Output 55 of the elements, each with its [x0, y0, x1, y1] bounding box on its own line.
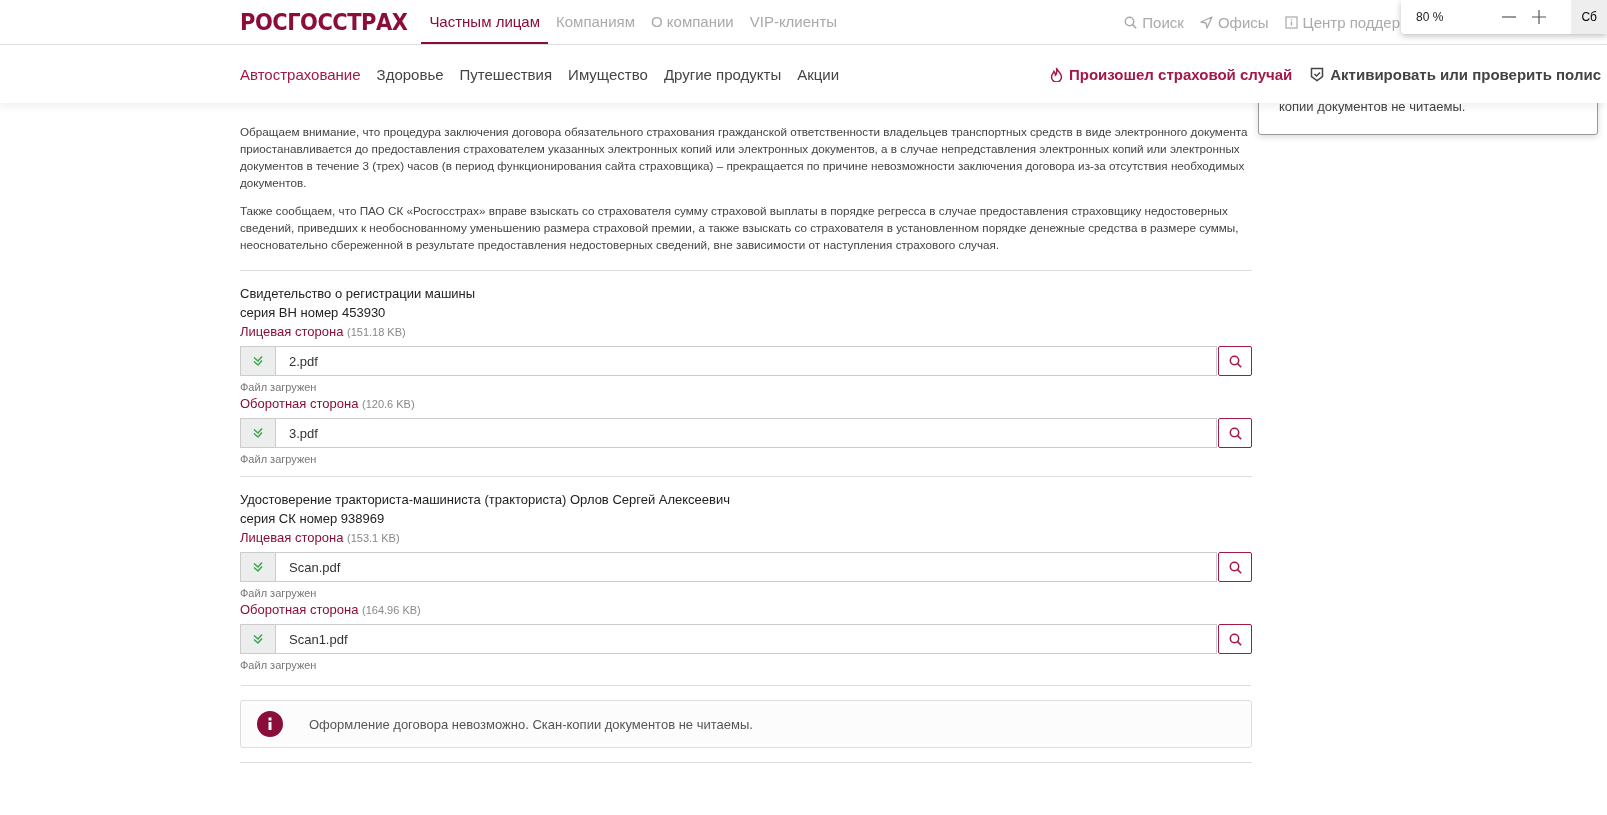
- document-title: Свидетельство о регистрации машины: [240, 285, 477, 303]
- double-check-icon: [252, 633, 264, 645]
- notice-paragraph: Обращаем внимание, что процедура заключения договора обязательного страхования гражданской ответственности владельцев транспортных средств в виде электронного документа приостанавливается до предоставления страхователем указанных электронных копий или электронных документов, а в случае непредставления электронных копий или электронных документов в течение 3 (трех) часов (в период функционирования сайта страховщика) – прекращается по причине невозможности заключения договора из-за отсутствия необходимых документов.: [240, 124, 1249, 191]
- file-name-field[interactable]: Scan.pdf: [276, 552, 1217, 582]
- search-button[interactable]: [1218, 624, 1252, 654]
- navigation-arrow-icon: [1199, 15, 1213, 29]
- document-title: Удостоверение тракториста-машиниста (тракториста) Орлов Сергей Алексеевич: [240, 491, 731, 509]
- category-link[interactable]: Акции: [797, 65, 840, 83]
- document-number: серия ВН номер 453930: [240, 304, 387, 322]
- search-button[interactable]: [1218, 346, 1252, 376]
- upload-status: Файл загружен: [240, 658, 318, 672]
- zoom-value: 80 %: [1416, 10, 1445, 24]
- info-icon: [257, 711, 283, 737]
- file-name-field[interactable]: 3.pdf: [276, 418, 1217, 448]
- upload-status: Файл загружен: [240, 452, 318, 466]
- zoom-in-icon[interactable]: [1531, 9, 1547, 25]
- file-size: (120.6 KB): [362, 398, 415, 410]
- file-name-field[interactable]: Scan1.pdf: [276, 624, 1217, 654]
- tooltip-text: копии документов не читаемы.: [1279, 99, 1466, 114]
- reset-button[interactable]: Сб: [1571, 0, 1607, 34]
- side-label: Оборотная сторона: [240, 602, 359, 617]
- upload-status: Файл загружен: [240, 380, 318, 394]
- search-icon: [1228, 354, 1242, 368]
- nav-tab[interactable]: Частным лицам: [421, 0, 548, 44]
- flame-icon: [1049, 66, 1063, 82]
- shield-check-icon: [1310, 66, 1325, 82]
- file-size: (164.96 KB): [362, 604, 421, 616]
- search-icon: [1228, 426, 1242, 440]
- action-link[interactable]: Активировать или проверить полис: [1310, 65, 1601, 83]
- action-link[interactable]: Произошел страховой случай: [1049, 65, 1293, 83]
- file-size: (151.18 KB): [347, 326, 406, 338]
- info-icon: [1284, 15, 1298, 29]
- notice-paragraph: Также сообщаем, что ПАО СК «Росгосстрах» вправе взыскать со страхователя сумму страховой выплаты в порядке регресса в случае предоставления страховщику недостоверных сведений, приведших к необоснованному уменьшению размера страховой премии, а также взыскать со страхователя в установленном порядке денежные средства в размере суммы, неосновательно сбереженной в результате предоставления недостоверных сведений, вне зависимости от наступления страхового случая.: [240, 203, 1240, 253]
- file-name-field[interactable]: 2.pdf: [276, 346, 1217, 376]
- side-label: Лицевая сторона: [240, 530, 344, 545]
- search-button[interactable]: [1218, 552, 1252, 582]
- category-link[interactable]: Путешествия: [459, 65, 553, 83]
- logo[interactable]: РОСГОССТРАХ: [240, 8, 408, 36]
- alert-text: Оформление договора невозможно. Скан-копии документов не читаемы.: [309, 716, 753, 732]
- file-size: (153.1 KB): [347, 532, 400, 544]
- category-link[interactable]: Автострахование: [240, 65, 361, 83]
- double-check-icon: [252, 355, 264, 367]
- search-button[interactable]: [1218, 418, 1252, 448]
- category-link[interactable]: Имущество: [568, 65, 648, 83]
- search-icon: [1228, 632, 1242, 646]
- double-check-icon: [252, 427, 264, 439]
- search-icon: [1228, 560, 1242, 574]
- search-icon: [1124, 15, 1138, 29]
- category-link[interactable]: Другие продукты: [663, 65, 782, 83]
- document-number: серия СК номер 938969: [240, 510, 386, 528]
- category-link[interactable]: Здоровье: [376, 65, 444, 83]
- side-label: Оборотная сторона: [240, 396, 359, 411]
- side-label: Лицевая сторона: [240, 324, 344, 339]
- upload-status: Файл загружен: [240, 586, 318, 600]
- double-check-icon: [252, 561, 264, 573]
